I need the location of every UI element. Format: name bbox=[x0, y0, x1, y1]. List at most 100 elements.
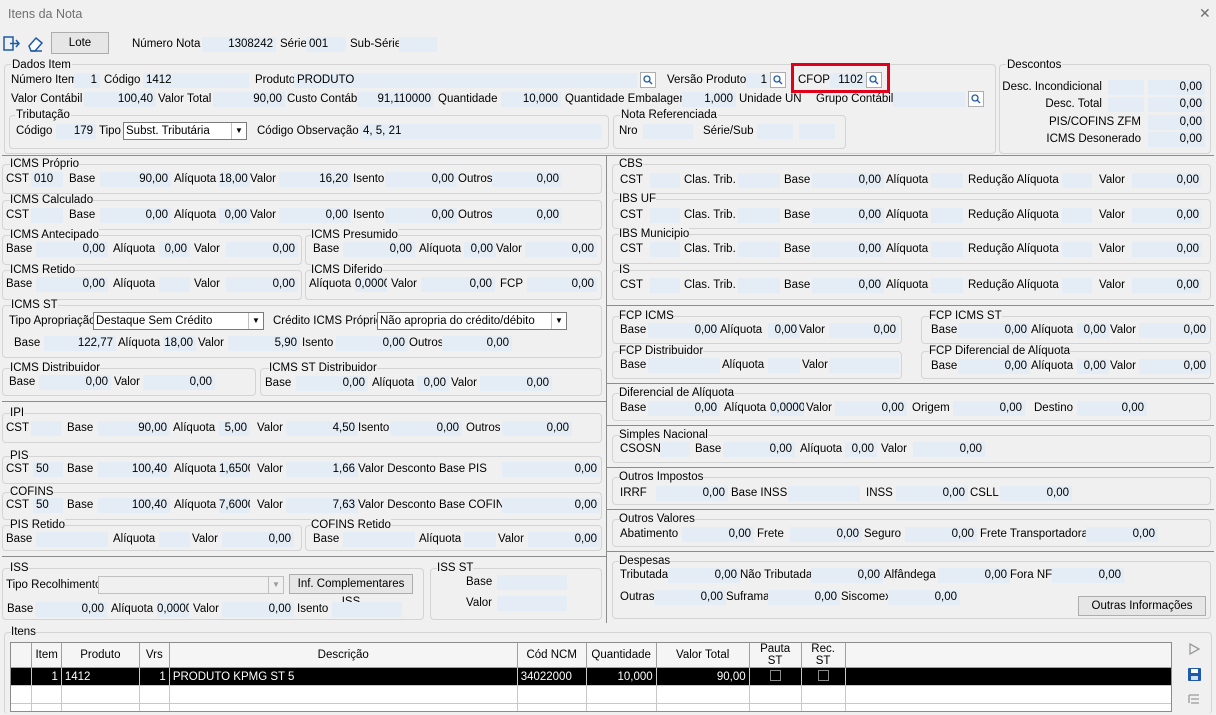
icms-retido-valor-field[interactable]: 0,00 bbox=[226, 277, 298, 292]
fcp-icms-valor-field[interactable]: 0,00 bbox=[829, 323, 899, 338]
icms-proprio-base-field[interactable]: 90,00 bbox=[100, 172, 171, 187]
cbs-reducao-field[interactable] bbox=[1062, 173, 1092, 188]
cbs-aliquota-field[interactable] bbox=[931, 173, 963, 188]
cell-descricao[interactable]: PRODUTO KPMG ST 5 bbox=[169, 667, 518, 686]
icms-distribuidor-base-field[interactable]: 0,00 bbox=[39, 375, 111, 390]
icms-calculado-isento-field[interactable]: 0,00 bbox=[385, 208, 457, 223]
seguro-field[interactable]: 0,00 bbox=[905, 527, 977, 542]
lote-button[interactable]: Lote bbox=[51, 32, 109, 54]
quantidade-field[interactable]: 10,000 bbox=[501, 92, 561, 107]
cofins-cst-field[interactable]: 50 bbox=[33, 498, 63, 513]
icms-calculado-aliquota-field[interactable]: 0,00 bbox=[219, 208, 250, 223]
pis-desc-field[interactable]: 0,00 bbox=[502, 462, 600, 477]
icms-proprio-outros-field[interactable]: 0,00 bbox=[492, 172, 562, 187]
ipi-isento-field[interactable]: 0,00 bbox=[390, 421, 462, 436]
col-descricao-header[interactable]: Descrição bbox=[169, 643, 518, 668]
tributada-field[interactable]: 0,00 bbox=[668, 568, 740, 583]
icms-diferido-fcp-field[interactable]: 0,00 bbox=[527, 277, 597, 292]
fcp-icms-base-field[interactable]: 0,00 bbox=[648, 323, 720, 338]
fcp-distribuidor-aliquota-field[interactable] bbox=[768, 358, 800, 373]
cofins-base-field[interactable]: 100,40 bbox=[98, 498, 170, 513]
iss-base-field[interactable]: 0,00 bbox=[35, 602, 107, 617]
cofins-valor-field[interactable]: 7,63 bbox=[286, 498, 358, 513]
iss-isento-field[interactable] bbox=[332, 602, 402, 617]
is-valor-field[interactable]: 0,00 bbox=[1132, 278, 1202, 293]
base-inss-field[interactable] bbox=[788, 486, 860, 501]
cofins-retido-aliquota-field[interactable] bbox=[464, 532, 496, 547]
cfop-search-icon[interactable] bbox=[866, 72, 882, 88]
ibs-uf-clas-trib-field[interactable] bbox=[738, 208, 780, 223]
col-quantidade-header[interactable]: Quantidade bbox=[586, 643, 657, 668]
ipi-cst-field[interactable] bbox=[31, 421, 61, 436]
col-valor-total-header[interactable]: Valor Total bbox=[656, 643, 750, 668]
icms-st-distribuidor-valor-field[interactable]: 0,00 bbox=[480, 376, 552, 391]
fcp-difal-valor-field[interactable]: 0,00 bbox=[1139, 359, 1209, 374]
ibs-uf-cst-field[interactable] bbox=[650, 208, 680, 223]
fora-nf-field[interactable]: 0,00 bbox=[1052, 568, 1124, 583]
cell-valor-total[interactable]: 90,00 bbox=[656, 667, 750, 686]
simples-valor-field[interactable]: 0,00 bbox=[913, 442, 985, 457]
icms-calculado-outros-field[interactable]: 0,00 bbox=[492, 208, 562, 223]
outras-field[interactable]: 0,00 bbox=[654, 590, 726, 605]
ibs-mun-reducao-field[interactable] bbox=[1062, 242, 1092, 257]
outras-informacoes-button[interactable]: Outras Informações bbox=[1078, 596, 1206, 616]
tipo-apropriacao-select[interactable]: Destaque Sem Crédito ▼ bbox=[93, 312, 264, 330]
ipi-valor-field[interactable]: 4,50 bbox=[286, 421, 358, 436]
frete-transportadora-field[interactable]: 0,00 bbox=[1086, 527, 1158, 542]
tributacao-tipo-select[interactable]: Subst. Tributária ▼ bbox=[123, 122, 247, 140]
icms-proprio-valor-field[interactable]: 16,20 bbox=[279, 172, 351, 187]
simples-aliquota-field[interactable]: 0,00 bbox=[845, 442, 877, 457]
cell-produto[interactable]: 1412 bbox=[61, 667, 140, 686]
ibs-uf-base-field[interactable]: 0,00 bbox=[812, 208, 884, 223]
pauta-st-checkbox[interactable] bbox=[769, 669, 781, 681]
col-ncm-header[interactable]: Cód NCM bbox=[517, 643, 587, 668]
csosn-field[interactable] bbox=[660, 442, 690, 457]
cell-vrs[interactable]: 1 bbox=[139, 667, 170, 686]
pis-retido-valor-field[interactable]: 0,00 bbox=[222, 532, 294, 547]
icms-proprio-isento-field[interactable]: 0,00 bbox=[385, 172, 457, 187]
pis-retido-aliquota-field[interactable] bbox=[159, 532, 190, 547]
versao-produto-field[interactable]: 1 bbox=[746, 73, 770, 88]
cofins-retido-valor-field[interactable]: 0,00 bbox=[528, 532, 600, 547]
grupo-contabil-field[interactable] bbox=[893, 92, 965, 107]
cofins-retido-base-field[interactable] bbox=[343, 532, 415, 547]
nao-tributada-field[interactable]: 0,00 bbox=[811, 568, 883, 583]
icms-calculado-valor-field[interactable]: 0,00 bbox=[279, 208, 351, 223]
irrf-field[interactable]: 0,00 bbox=[656, 486, 728, 501]
play-icon[interactable] bbox=[1185, 640, 1203, 658]
col-rec-st-header[interactable]: Rec. ST bbox=[801, 643, 846, 668]
nota-ref-sub-field[interactable] bbox=[799, 124, 835, 139]
difal-aliquota-field[interactable]: 0,0000 bbox=[770, 401, 804, 416]
ipi-base-field[interactable]: 90,00 bbox=[98, 421, 170, 436]
close-icon[interactable]: ✕ bbox=[1199, 5, 1211, 22]
iss-st-base-field[interactable] bbox=[497, 575, 567, 590]
table-row[interactable]: 1 1412 1 PRODUTO KPMG ST 5 34022000 10,0… bbox=[11, 667, 1171, 686]
icms-presumido-aliquota-field[interactable]: 0,00 bbox=[464, 242, 496, 257]
tipo-recolhimento-select[interactable]: ▼ bbox=[98, 576, 284, 594]
pis-base-field[interactable]: 100,40 bbox=[98, 462, 170, 477]
tributacao-codigo-field[interactable]: 179 bbox=[56, 124, 96, 139]
cell-ncm[interactable]: 34022000 bbox=[517, 667, 587, 686]
ibs-mun-aliquota-field[interactable] bbox=[931, 242, 963, 257]
col-produto-header[interactable]: Produto bbox=[61, 643, 140, 668]
ibs-uf-valor-field[interactable]: 0,00 bbox=[1132, 208, 1202, 223]
cbs-clas-trib-field[interactable] bbox=[738, 173, 780, 188]
icms-antecipado-aliquota-field[interactable]: 0,00 bbox=[159, 242, 190, 257]
icms-st-aliquota-field[interactable]: 18,00 bbox=[163, 336, 196, 351]
icms-st-distribuidor-base-field[interactable]: 0,00 bbox=[296, 376, 368, 391]
is-clas-trib-field[interactable] bbox=[738, 278, 780, 293]
icms-calculado-base-field[interactable]: 0,00 bbox=[100, 208, 171, 223]
produto-search-icon[interactable] bbox=[640, 72, 656, 88]
icms-st-isento-field[interactable]: 0,00 bbox=[336, 336, 408, 351]
icms-antecipado-base-field[interactable]: 0,00 bbox=[36, 242, 108, 257]
nota-ref-nro-field[interactable] bbox=[643, 124, 693, 139]
list-icon[interactable] bbox=[1185, 690, 1203, 708]
col-pauta-st-header[interactable]: Pauta ST bbox=[749, 643, 802, 668]
ipi-outros-field[interactable]: 0,00 bbox=[502, 421, 572, 436]
is-cst-field[interactable] bbox=[650, 278, 680, 293]
cbs-valor-field[interactable]: 0,00 bbox=[1132, 173, 1202, 188]
iss-aliquota-field[interactable]: 0,0000 bbox=[157, 602, 189, 617]
cell-item[interactable]: 1 bbox=[31, 667, 62, 686]
iss-valor-field[interactable]: 0,00 bbox=[222, 602, 294, 617]
difal-valor-field[interactable]: 0,00 bbox=[835, 401, 907, 416]
